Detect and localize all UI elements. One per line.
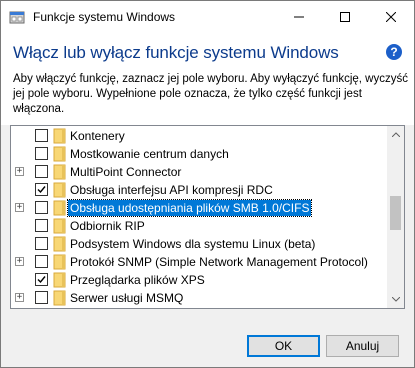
feature-checkbox[interactable] bbox=[35, 291, 48, 304]
folder-icon bbox=[53, 218, 67, 234]
features-tree[interactable]: Kontenery Mostkowanie centrum danych + Mult… bbox=[10, 125, 405, 309]
expand-icon[interactable]: + bbox=[15, 293, 24, 302]
checkmark-icon bbox=[37, 186, 46, 194]
folder-icon bbox=[53, 182, 67, 198]
feature-checkbox[interactable] bbox=[35, 255, 48, 268]
feature-row[interactable]: + Serwer usługi MSMQ bbox=[11, 289, 387, 307]
feature-label: Przeglądarka plików XPS bbox=[70, 273, 205, 287]
window-title: Funkcje systemu Windows bbox=[33, 10, 176, 24]
feature-checkbox[interactable] bbox=[35, 237, 48, 250]
feature-row[interactable]: + MultiPoint Connector bbox=[11, 163, 387, 181]
close-button[interactable] bbox=[368, 1, 414, 32]
feature-checkbox[interactable] bbox=[35, 273, 48, 286]
chevron-down-icon bbox=[391, 297, 400, 302]
folder-icon bbox=[53, 128, 67, 144]
folder-icon bbox=[53, 272, 67, 288]
chevron-up-icon bbox=[391, 132, 400, 137]
windows-features-dialog: Funkcje systemu Windows Włącz lub wyłącz… bbox=[0, 0, 415, 368]
feature-row[interactable]: + Protokół SNMP (Simple Network Managemen… bbox=[11, 253, 387, 271]
help-icon[interactable]: ? bbox=[386, 44, 402, 60]
feature-label: Serwer usługi MSMQ bbox=[70, 291, 184, 305]
instructions-text: Aby włączyć funkcję, zaznacz jej pole wy… bbox=[13, 73, 408, 115]
folder-icon bbox=[53, 236, 67, 252]
feature-label: Odbiornik RIP bbox=[70, 219, 145, 233]
scrollbar-thumb[interactable] bbox=[390, 196, 401, 230]
feature-checkbox[interactable] bbox=[35, 147, 48, 160]
ok-button[interactable]: OK bbox=[247, 335, 320, 357]
feature-label: Mostkowanie centrum danych bbox=[70, 147, 229, 161]
feature-row[interactable]: Mostkowanie centrum danych bbox=[11, 145, 387, 163]
folder-icon bbox=[53, 200, 67, 216]
checkmark-icon bbox=[37, 276, 46, 284]
folder-icon bbox=[53, 146, 67, 162]
folder-icon bbox=[53, 254, 67, 270]
title-bar[interactable]: Funkcje systemu Windows bbox=[1, 1, 414, 32]
folder-icon bbox=[53, 164, 67, 180]
feature-row[interactable]: Obsługa interfejsu API kompresji RDC bbox=[11, 181, 387, 199]
feature-checkbox[interactable] bbox=[35, 165, 48, 178]
windows-features-icon bbox=[9, 9, 25, 25]
feature-checkbox[interactable] bbox=[35, 183, 48, 196]
vertical-scrollbar[interactable] bbox=[387, 126, 404, 308]
feature-row[interactable]: Przeglądarka plików XPS bbox=[11, 271, 387, 289]
cancel-button[interactable]: Anuluj bbox=[326, 335, 399, 357]
feature-row[interactable]: + Obsługa udostępniania plików SMB 1.0/CI… bbox=[11, 199, 387, 217]
expand-icon[interactable]: + bbox=[15, 203, 24, 212]
expand-icon[interactable]: + bbox=[15, 167, 24, 176]
maximize-icon bbox=[340, 11, 350, 22]
feature-label: Obsługa udostępniania plików SMB 1.0/CIF… bbox=[66, 199, 313, 217]
feature-checkbox[interactable] bbox=[35, 201, 48, 214]
minimize-button[interactable] bbox=[276, 1, 322, 32]
close-icon bbox=[386, 11, 396, 22]
feature-label: Protokół SNMP (Simple Network Management… bbox=[70, 255, 368, 269]
feature-row[interactable]: Odbiornik RIP bbox=[11, 217, 387, 235]
dialog-header: Włącz lub wyłącz funkcje systemu Windows… bbox=[1, 32, 414, 125]
expand-icon[interactable]: + bbox=[15, 257, 24, 266]
feature-checkbox[interactable] bbox=[35, 129, 48, 142]
maximize-button[interactable] bbox=[322, 1, 368, 32]
page-title: Włącz lub wyłącz funkcje systemu Windows bbox=[13, 43, 339, 62]
scroll-up-button[interactable] bbox=[387, 126, 404, 143]
feature-label: Kontenery bbox=[70, 129, 125, 143]
folder-icon bbox=[53, 290, 67, 306]
minimize-icon bbox=[294, 16, 304, 17]
feature-label: Obsługa interfejsu API kompresji RDC bbox=[70, 183, 273, 197]
feature-row[interactable]: Podsystem Windows dla systemu Linux (bet… bbox=[11, 235, 387, 253]
scroll-down-button[interactable] bbox=[387, 291, 404, 308]
feature-label: MultiPoint Connector bbox=[70, 165, 182, 179]
feature-row[interactable]: Kontenery bbox=[11, 127, 387, 145]
feature-checkbox[interactable] bbox=[35, 219, 48, 232]
feature-label: Podsystem Windows dla systemu Linux (bet… bbox=[70, 237, 316, 251]
